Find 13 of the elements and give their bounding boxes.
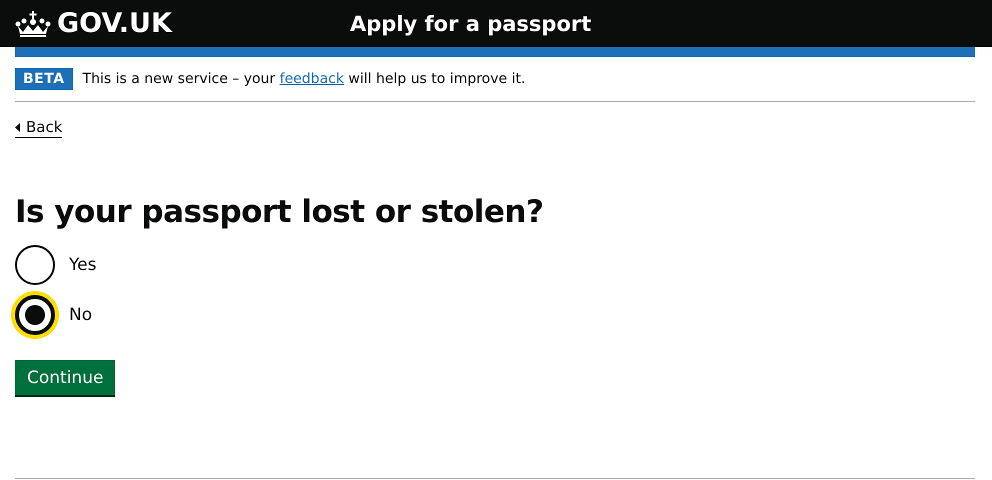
back-link[interactable]: Back [15,118,62,138]
crown-icon [15,10,51,36]
feedback-link[interactable]: feedback [280,71,344,87]
service-name[interactable]: Apply for a passport [350,12,592,36]
radio-label[interactable]: No [69,305,92,325]
radio-button[interactable] [15,245,55,285]
continue-button[interactable]: Continue [15,360,116,395]
question-heading: Is your passport lost or stolen? [15,194,544,230]
gov-uk-logo[interactable]: GOV.UK [15,8,350,39]
radio-label[interactable]: Yes [69,255,96,275]
beta-tag: BETA [15,68,73,90]
phase-banner-text: This is a new service – your feedback will help us to improve it. [82,71,526,87]
back-arrow-icon [15,122,20,132]
